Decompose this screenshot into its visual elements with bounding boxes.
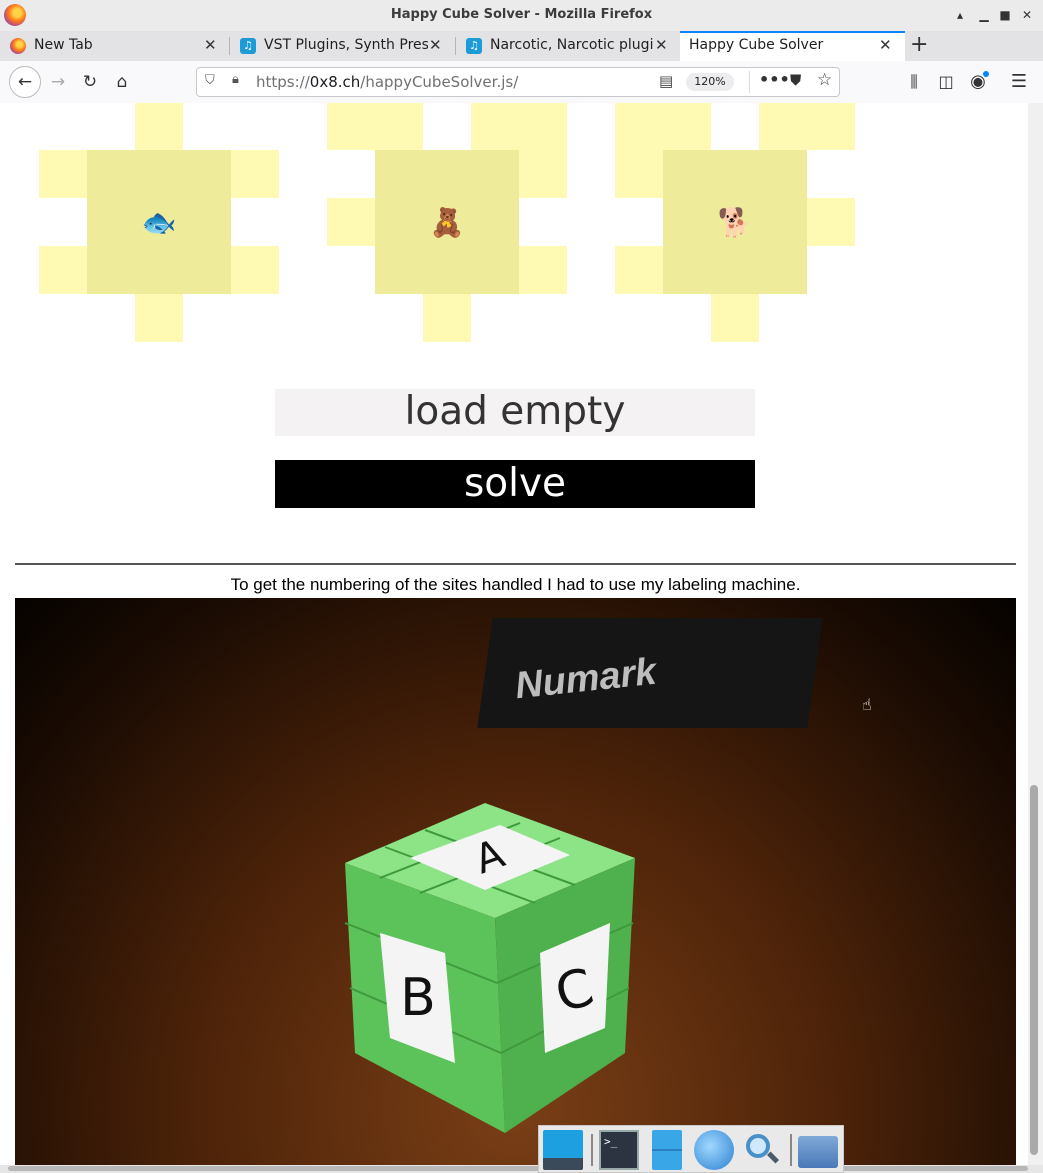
music-note-icon: ♫ bbox=[466, 38, 482, 54]
piece-tab[interactable] bbox=[39, 150, 87, 198]
reader-view-icon[interactable]: ▤ bbox=[659, 72, 673, 90]
svg-text:B: B bbox=[400, 968, 436, 1028]
tracking-shield-icon[interactable]: ⛉ bbox=[205, 73, 215, 88]
piece-tab[interactable] bbox=[327, 103, 423, 150]
piece-tab[interactable] bbox=[615, 150, 663, 198]
piece-tab[interactable] bbox=[711, 294, 759, 342]
file-cabinet-icon[interactable] bbox=[652, 1130, 682, 1170]
puzzle-piece[interactable]: 🐟 bbox=[39, 103, 279, 343]
home-button[interactable]: ⌂ bbox=[108, 68, 136, 96]
piece-tab[interactable] bbox=[519, 150, 567, 198]
cube-label-b: B bbox=[400, 968, 436, 1028]
tab-close-icon[interactable]: ✕ bbox=[429, 36, 442, 54]
piece-tab[interactable] bbox=[135, 294, 183, 342]
search-icon[interactable] bbox=[742, 1130, 782, 1170]
show-desktop-icon[interactable] bbox=[543, 1130, 583, 1170]
tab-happy-cube-solver[interactable]: Happy Cube Solver ✕ bbox=[680, 31, 905, 62]
piece-tab[interactable] bbox=[231, 150, 279, 198]
tab-label: VST Plugins, Synth Prese bbox=[264, 37, 428, 53]
web-browser-icon[interactable] bbox=[694, 1130, 734, 1170]
scrollbar-thumb[interactable] bbox=[1030, 785, 1038, 1155]
piece-center[interactable]: 🐟 bbox=[87, 150, 231, 294]
forward-button[interactable]: → bbox=[44, 68, 72, 96]
fish-icon: 🐟 bbox=[141, 205, 177, 239]
window-title: Happy Cube Solver - Mozilla Firefox bbox=[390, 7, 653, 22]
tab-new-tab[interactable]: New Tab ✕ bbox=[0, 31, 228, 61]
maximize-button[interactable]: ■ bbox=[996, 6, 1014, 24]
pocket-icon[interactable]: ⛊ bbox=[790, 71, 801, 89]
tab-narcotic[interactable]: ♫ Narcotic, Narcotic plugin ✕ bbox=[456, 31, 680, 61]
tab-label: Happy Cube Solver bbox=[689, 37, 824, 53]
folder-icon[interactable] bbox=[798, 1136, 838, 1168]
tab-vst-plugins[interactable]: ♫ VST Plugins, Synth Prese ✕ bbox=[230, 31, 454, 61]
horizontal-rule bbox=[15, 563, 1016, 565]
puzzle-piece[interactable]: 🐕 bbox=[615, 103, 855, 343]
tab-close-icon[interactable]: ✕ bbox=[655, 36, 668, 54]
dock-separator bbox=[591, 1134, 593, 1166]
piece-tab[interactable] bbox=[615, 103, 711, 150]
piece-tab[interactable] bbox=[423, 294, 471, 342]
cube-photo: Numark A B C ☝ bbox=[15, 598, 1016, 1165]
piece-tab[interactable] bbox=[135, 103, 183, 150]
horizontal-scrollbar-thumb[interactable] bbox=[8, 1166, 1028, 1171]
dock-separator bbox=[790, 1134, 792, 1166]
url-bar[interactable]: ⛉ 🔒︎ https://0x8.ch/happyCubeSolver.js/ … bbox=[196, 67, 840, 97]
solve-button[interactable]: solve bbox=[275, 460, 755, 508]
firefox-icon bbox=[10, 38, 26, 54]
window-titlebar: Happy Cube Solver - Mozilla Firefox ▴ ▁ … bbox=[0, 0, 1043, 32]
piece-center[interactable]: 🧸 bbox=[375, 150, 519, 294]
piece-tab[interactable] bbox=[39, 246, 87, 294]
hand-cursor-icon: ☝ bbox=[862, 695, 872, 714]
minimize-button[interactable]: ▁ bbox=[975, 6, 993, 24]
photo-caption: To get the numbering of the sites handle… bbox=[230, 575, 801, 594]
piece-center[interactable]: 🐕 bbox=[663, 150, 807, 294]
music-note-icon: ♫ bbox=[240, 38, 256, 54]
sidebar-icon[interactable]: ◫ bbox=[932, 68, 960, 96]
library-icon[interactable]: ⫼ bbox=[900, 68, 928, 96]
load-empty-button[interactable]: load empty bbox=[275, 389, 755, 436]
menu-icon[interactable]: ☰ bbox=[1005, 68, 1033, 96]
piece-tab[interactable] bbox=[231, 246, 279, 294]
zoom-indicator[interactable]: 120% bbox=[686, 73, 734, 91]
bookmark-star-icon[interactable]: ☆ bbox=[817, 70, 832, 90]
page-actions-icon[interactable]: ••• bbox=[759, 70, 790, 89]
tab-label: New Tab bbox=[34, 37, 93, 53]
notification-dot bbox=[983, 71, 989, 77]
page-content: 🐟 🧸 🐕 load empty solve To get the number… bbox=[0, 103, 1028, 1165]
teddy-bear-icon: 🧸 bbox=[429, 205, 465, 239]
navigation-toolbar: ← → ↻ ⌂ ⛉ 🔒︎ https://0x8.ch/happyCubeSol… bbox=[0, 61, 1043, 104]
collapse-icon[interactable]: ▴ bbox=[951, 6, 969, 24]
lock-icon[interactable]: 🔒︎ bbox=[232, 72, 239, 87]
dog-icon: 🐕 bbox=[717, 205, 753, 239]
piece-tab[interactable] bbox=[807, 198, 855, 246]
terminal-icon[interactable]: >_ bbox=[599, 1130, 639, 1170]
tab-label: Narcotic, Narcotic plugin bbox=[490, 37, 654, 53]
tab-close-icon[interactable]: ✕ bbox=[879, 36, 892, 54]
piece-tab[interactable] bbox=[327, 198, 375, 246]
puzzle-piece[interactable]: 🧸 bbox=[327, 103, 567, 343]
taskbar-dock: >_ bbox=[538, 1125, 844, 1173]
labeled-cube: A B C bbox=[344, 803, 635, 1133]
url-text[interactable]: https://0x8.ch/happyCubeSolver.js/ bbox=[256, 73, 518, 91]
piece-tab[interactable] bbox=[471, 103, 567, 150]
close-window-button[interactable]: ✕ bbox=[1018, 6, 1036, 24]
tab-strip: New Tab ✕ ♫ VST Plugins, Synth Prese ✕ ♫… bbox=[0, 31, 1043, 62]
reload-button[interactable]: ↻ bbox=[76, 68, 104, 96]
back-button[interactable]: ← bbox=[9, 66, 41, 98]
piece-tab[interactable] bbox=[519, 246, 567, 294]
piece-tab[interactable] bbox=[759, 103, 855, 150]
new-tab-button[interactable]: + bbox=[910, 33, 928, 57]
tab-close-icon[interactable]: ✕ bbox=[204, 36, 217, 54]
piece-tab[interactable] bbox=[615, 246, 663, 294]
divider bbox=[749, 71, 750, 93]
